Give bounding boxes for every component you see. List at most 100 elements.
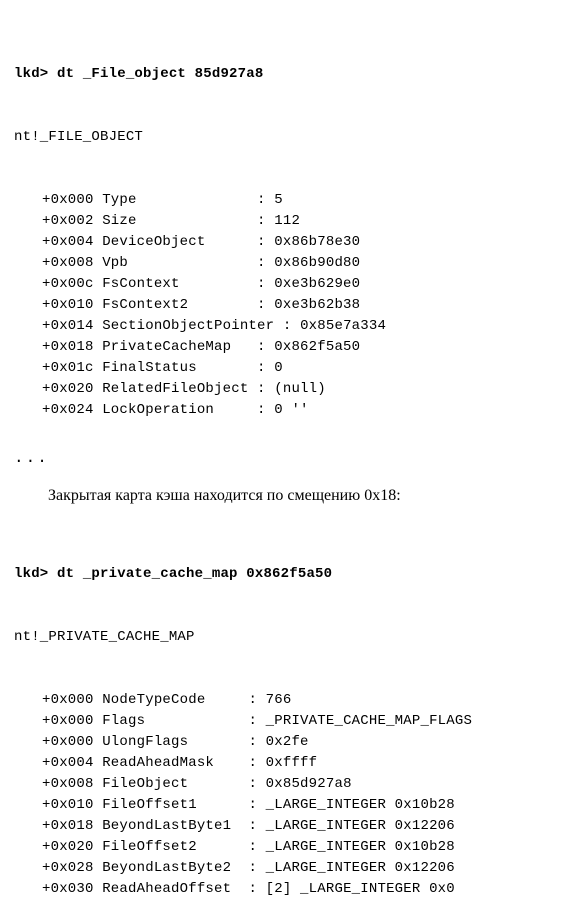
field-separator: :: [240, 692, 266, 708]
field-row: +0x004 DeviceObject : 0x86b78e30: [14, 232, 564, 253]
field-offset: +0x020: [42, 381, 94, 397]
field-name: Type: [94, 192, 249, 208]
field-value: _LARGE_INTEGER 0x10b28: [266, 839, 455, 855]
field-offset: +0x000: [42, 192, 94, 208]
field-offset: +0x00c: [42, 276, 94, 292]
field-name: FileOffset2: [94, 839, 240, 855]
field-value: 0x2fe: [266, 734, 309, 750]
command-line-1: lkd> dt _File_object 85d927a8: [14, 64, 564, 85]
field-name: NodeTypeCode: [94, 692, 240, 708]
field-offset: +0x018: [42, 339, 94, 355]
field-row: +0x008 FileObject : 0x85d927a8: [14, 774, 564, 795]
field-name: PrivateCacheMap: [94, 339, 249, 355]
field-name: Size: [94, 213, 249, 229]
field-value: 0: [274, 360, 283, 376]
field-value: (null): [274, 381, 326, 397]
field-value: 5: [274, 192, 283, 208]
field-row: +0x000 NodeTypeCode : 766: [14, 690, 564, 711]
field-offset: +0x014: [42, 318, 94, 334]
field-name: FileObject: [94, 776, 240, 792]
field-row: +0x01c FinalStatus : 0: [14, 358, 564, 379]
field-row: +0x020 FileOffset2 : _LARGE_INTEGER 0x10…: [14, 837, 564, 858]
field-row: +0x004 ReadAheadMask : 0xffff: [14, 753, 564, 774]
field-value: 0x85e7a334: [300, 318, 386, 334]
field-name: Flags: [94, 713, 240, 729]
field-separator: :: [248, 234, 274, 250]
field-offset: +0x030: [42, 881, 94, 897]
field-separator: :: [240, 734, 266, 750]
command-2: dt _private_cache_map 0x862f5a50: [57, 566, 332, 582]
paragraph-text: Закрытая карта кэша находится по смещени…: [48, 484, 564, 508]
field-row: +0x000 UlongFlags : 0x2fe: [14, 732, 564, 753]
field-value: _LARGE_INTEGER 0x10b28: [266, 797, 455, 813]
field-name: Vpb: [94, 255, 249, 271]
field-offset: +0x000: [42, 734, 94, 750]
field-value: 112: [274, 213, 300, 229]
field-name: ReadAheadMask: [94, 755, 240, 771]
field-offset: +0x000: [42, 692, 94, 708]
field-name: BeyondLastByte2: [94, 860, 240, 876]
command-1: dt _File_object 85d927a8: [57, 66, 263, 82]
debugger-output-block-1: lkd> dt _File_object 85d927a8 nt!_FILE_O…: [14, 22, 564, 442]
field-row: +0x000 Flags : _PRIVATE_CACHE_MAP_FLAGS: [14, 711, 564, 732]
field-row: +0x014 SectionObjectPointer : 0x85e7a334: [14, 316, 564, 337]
field-row: +0x018 BeyondLastByte1 : _LARGE_INTEGER …: [14, 816, 564, 837]
struct-name-1: nt!_FILE_OBJECT: [14, 127, 564, 148]
field-row: +0x008 Vpb : 0x86b90d80: [14, 253, 564, 274]
field-value: 0x86b78e30: [274, 234, 360, 250]
field-name: FinalStatus: [94, 360, 249, 376]
field-value: 0xe3b62b38: [274, 297, 360, 313]
field-row: +0x002 Size : 112: [14, 211, 564, 232]
field-value: _LARGE_INTEGER 0x12206: [266, 818, 455, 834]
field-row: +0x010 FileOffset1 : _LARGE_INTEGER 0x10…: [14, 795, 564, 816]
field-list-2: +0x000 NodeTypeCode : 766+0x000 Flags : …: [14, 690, 564, 900]
field-separator: :: [248, 192, 274, 208]
field-offset: +0x010: [42, 297, 94, 313]
field-row: +0x00c FsContext : 0xe3b629e0: [14, 274, 564, 295]
field-offset: +0x010: [42, 797, 94, 813]
field-separator: :: [240, 818, 266, 834]
field-offset: +0x020: [42, 839, 94, 855]
field-separator: :: [248, 339, 274, 355]
field-name: DeviceObject: [94, 234, 249, 250]
field-row: +0x010 FsContext2 : 0xe3b62b38: [14, 295, 564, 316]
prompt-2: lkd>: [14, 566, 48, 582]
field-offset: +0x008: [42, 776, 94, 792]
field-offset: +0x004: [42, 755, 94, 771]
field-separator: :: [240, 713, 266, 729]
field-value: 0xffff: [266, 755, 318, 771]
field-separator: :: [248, 276, 274, 292]
field-row: +0x000 Type : 5: [14, 190, 564, 211]
field-offset: +0x000: [42, 713, 94, 729]
field-separator: :: [248, 255, 274, 271]
field-offset: +0x01c: [42, 360, 94, 376]
field-name: FsContext2: [94, 297, 249, 313]
field-name: BeyondLastByte1: [94, 818, 240, 834]
field-value: 0xe3b629e0: [274, 276, 360, 292]
field-offset: +0x008: [42, 255, 94, 271]
struct-name-2: nt!_PRIVATE_CACHE_MAP: [14, 627, 564, 648]
field-value: _LARGE_INTEGER 0x12206: [266, 860, 455, 876]
field-value: _PRIVATE_CACHE_MAP_FLAGS: [266, 713, 472, 729]
field-separator: :: [240, 776, 266, 792]
field-separator: :: [240, 839, 266, 855]
field-row: +0x028 BeyondLastByte2 : _LARGE_INTEGER …: [14, 858, 564, 879]
field-row: +0x018 PrivateCacheMap : 0x862f5a50: [14, 337, 564, 358]
field-row: +0x024 LockOperation : 0 '': [14, 400, 564, 421]
field-separator: :: [240, 755, 266, 771]
field-offset: +0x004: [42, 234, 94, 250]
field-offset: +0x002: [42, 213, 94, 229]
field-separator: :: [248, 402, 274, 418]
field-name: ReadAheadOffset: [94, 881, 240, 897]
field-value: 766: [266, 692, 292, 708]
field-row: +0x020 RelatedFileObject : (null): [14, 379, 564, 400]
field-value: 0 '': [274, 402, 308, 418]
field-name: FileOffset1: [94, 797, 240, 813]
field-list-1: +0x000 Type : 5+0x002 Size : 112+0x004 D…: [14, 190, 564, 421]
field-offset: +0x028: [42, 860, 94, 876]
field-offset: +0x018: [42, 818, 94, 834]
field-offset: +0x024: [42, 402, 94, 418]
field-row: +0x030 ReadAheadOffset : [2] _LARGE_INTE…: [14, 879, 564, 900]
field-value: 0x85d927a8: [266, 776, 352, 792]
field-value: 0x86b90d80: [274, 255, 360, 271]
